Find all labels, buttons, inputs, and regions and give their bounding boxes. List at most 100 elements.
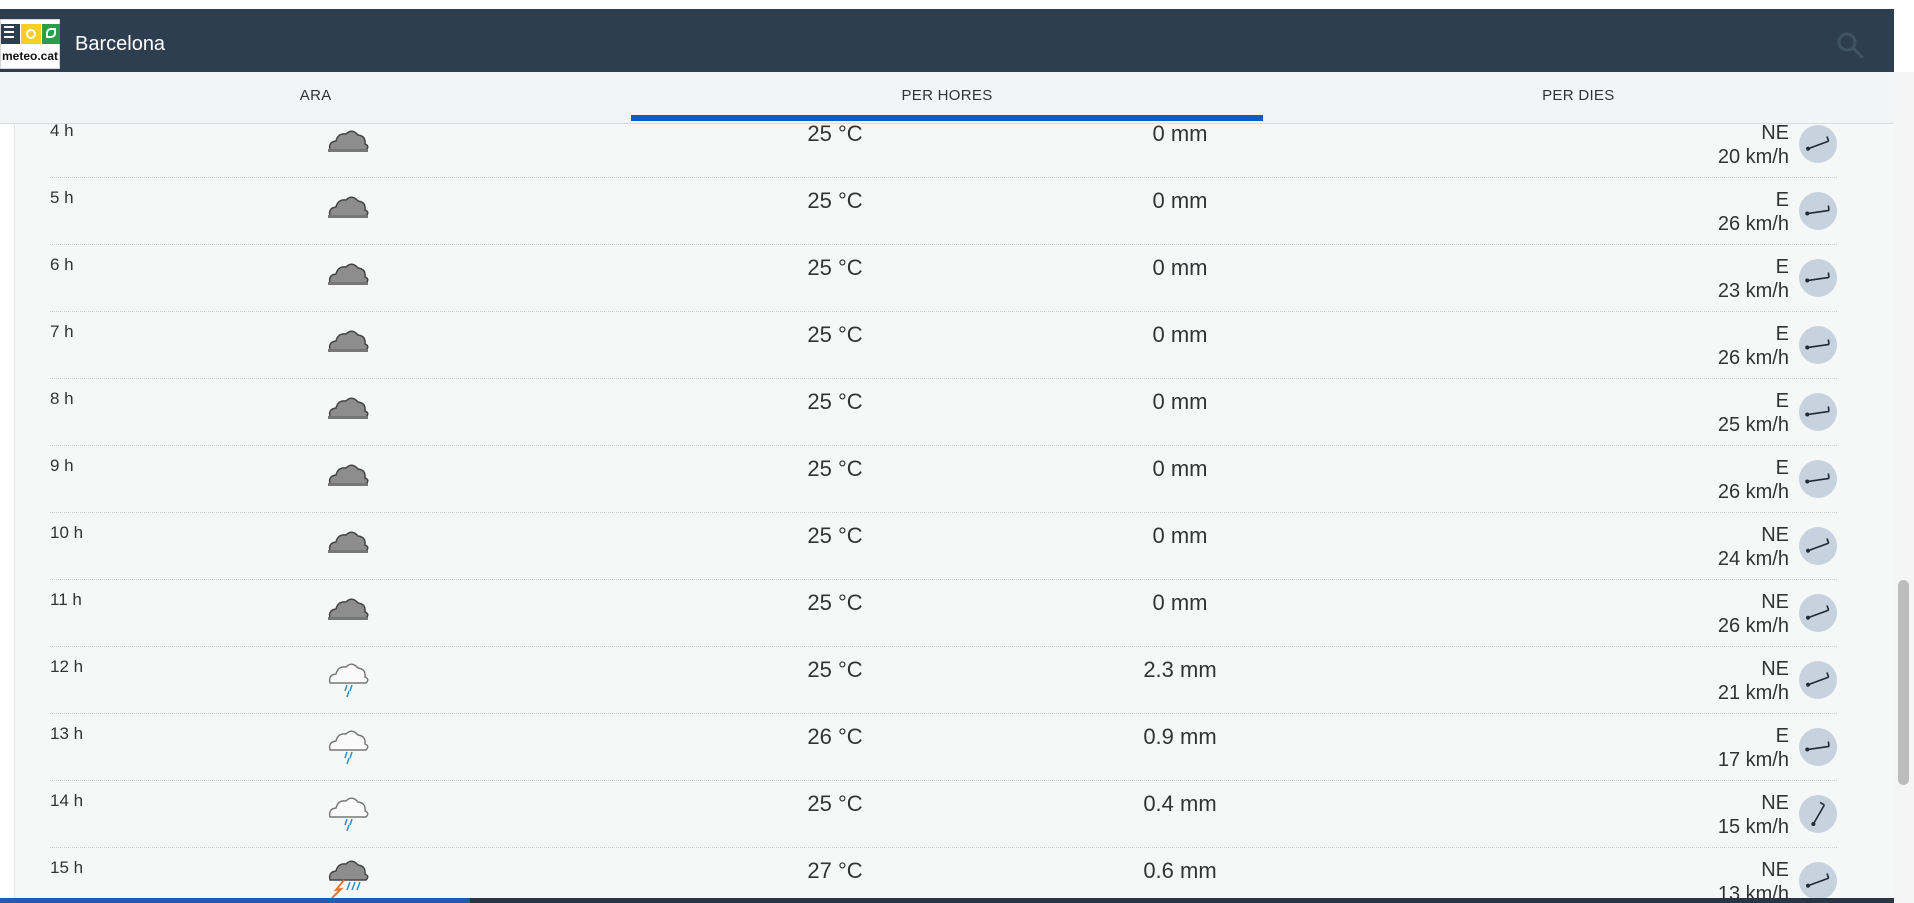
wind-direction: NE bbox=[1761, 859, 1789, 881]
wind-direction: E bbox=[1775, 256, 1789, 278]
precipitation-value: 0 mm bbox=[1152, 456, 1208, 481]
hour-label: 11 h bbox=[50, 590, 82, 609]
page-title: Barcelona bbox=[75, 33, 166, 55]
temperature-value: 27 °C bbox=[807, 858, 863, 883]
sun-logo-icon bbox=[21, 24, 41, 44]
wind-direction: NE bbox=[1761, 524, 1789, 546]
tab-ara[interactable]: ARA bbox=[0, 72, 631, 123]
wind-direction: NE bbox=[1761, 124, 1789, 144]
wind-direction-icon bbox=[1799, 594, 1837, 632]
precipitation-value: 0 mm bbox=[1152, 590, 1208, 615]
hour-label: 13 h bbox=[50, 724, 84, 743]
precipitation-value: 0.9 mm bbox=[1143, 724, 1217, 749]
table-row: 8 h 25 °C 0 mm E 25 km/h bbox=[50, 379, 1837, 446]
temperature-value: 26 °C bbox=[807, 724, 863, 749]
menu-icon[interactable] bbox=[1, 24, 20, 44]
wind-info: E 17 km/h bbox=[1718, 724, 1789, 772]
hour-label: 6 h bbox=[50, 255, 74, 274]
table-row: 12 h 25 °C 2.3 mm NE 21 km/h bbox=[50, 647, 1837, 714]
temperature-value: 25 °C bbox=[807, 389, 863, 414]
tab-per-hores[interactable]: PER HORES bbox=[631, 72, 1263, 123]
cloud-icon bbox=[324, 523, 370, 563]
wind-speed: 23 km/h bbox=[1717, 280, 1789, 302]
wind-speed: 20 km/h bbox=[1717, 146, 1789, 168]
scrollbar[interactable] bbox=[1894, 72, 1914, 903]
temperature-value: 25 °C bbox=[807, 124, 863, 146]
wind-direction: NE bbox=[1761, 792, 1789, 814]
temperature-value: 25 °C bbox=[807, 590, 863, 615]
wind-direction: E bbox=[1775, 457, 1789, 479]
temperature-value: 25 °C bbox=[807, 523, 863, 548]
meteo-logo[interactable]: meteo.cat bbox=[0, 19, 60, 69]
wind-speed: 15 km/h bbox=[1717, 816, 1789, 838]
temperature-value: 25 °C bbox=[807, 791, 863, 816]
wind-info: NE 13 km/h bbox=[1718, 858, 1789, 900]
wind-direction: E bbox=[1775, 323, 1789, 345]
precipitation-value: 0 mm bbox=[1152, 389, 1208, 414]
wind-direction-icon bbox=[1799, 125, 1837, 163]
wind-direction: E bbox=[1775, 725, 1789, 747]
rain-cloud-icon bbox=[324, 791, 370, 832]
wind-speed: 26 km/h bbox=[1717, 347, 1789, 369]
wind-info: E 23 km/h bbox=[1718, 255, 1789, 303]
logo-brand: meteo.cat bbox=[1, 49, 59, 63]
precipitation-value: 0 mm bbox=[1152, 255, 1208, 280]
wind-speed: 24 km/h bbox=[1717, 548, 1789, 570]
wind-info: E 26 km/h bbox=[1718, 322, 1789, 370]
progress-line bbox=[0, 898, 470, 903]
wind-info: E 26 km/h bbox=[1718, 456, 1789, 504]
wind-direction: E bbox=[1775, 390, 1789, 412]
wind-speed: 26 km/h bbox=[1717, 481, 1789, 503]
hour-label: 12 h bbox=[50, 657, 84, 676]
precipitation-value: 0.4 mm bbox=[1143, 791, 1217, 816]
content-left-edge bbox=[0, 124, 15, 900]
search-icon[interactable] bbox=[1836, 31, 1864, 59]
wind-speed: 26 km/h bbox=[1717, 615, 1789, 637]
hour-label: 5 h bbox=[50, 188, 74, 207]
hour-label: 7 h bbox=[50, 322, 74, 341]
table-row: 5 h 25 °C 0 mm E 26 km/h bbox=[50, 178, 1837, 245]
app-header: meteo.cat Barcelona bbox=[0, 9, 1894, 72]
forecast-table: 4 h 25 °C 0 mm NE 20 km/h 5 h 25 °C 0 mm… bbox=[50, 124, 1837, 900]
wind-direction-icon bbox=[1799, 326, 1837, 364]
precipitation-value: 0.6 mm bbox=[1143, 858, 1217, 883]
precipitation-value: 0 mm bbox=[1152, 322, 1208, 347]
wind-direction-icon bbox=[1799, 527, 1837, 565]
table-row: 4 h 25 °C 0 mm NE 20 km/h bbox=[50, 124, 1837, 178]
tab-per-dies[interactable]: PER DIES bbox=[1263, 72, 1894, 123]
hourly-forecast: 4 h 25 °C 0 mm NE 20 km/h 5 h 25 °C 0 mm… bbox=[0, 124, 1894, 900]
leaf-logo-icon bbox=[42, 24, 60, 44]
temperature-value: 25 °C bbox=[807, 255, 863, 280]
wind-direction-icon bbox=[1799, 862, 1837, 900]
wind-speed: 25 km/h bbox=[1717, 414, 1789, 436]
wind-direction-icon bbox=[1799, 795, 1837, 833]
hour-label: 10 h bbox=[50, 523, 84, 542]
hour-label: 9 h bbox=[50, 456, 74, 475]
temperature-value: 25 °C bbox=[807, 657, 863, 682]
table-row: 10 h 25 °C 0 mm NE 24 km/h bbox=[50, 513, 1837, 580]
hour-label: 15 h bbox=[50, 858, 84, 877]
hour-label: 14 h bbox=[50, 791, 84, 810]
table-row: 7 h 25 °C 0 mm E 26 km/h bbox=[50, 312, 1837, 379]
cloud-icon bbox=[324, 322, 370, 362]
precipitation-value: 0 mm bbox=[1152, 124, 1208, 146]
wind-info: NE 21 km/h bbox=[1718, 657, 1789, 705]
rain-cloud-icon bbox=[324, 657, 370, 698]
cloud-icon bbox=[324, 456, 370, 496]
wind-info: E 26 km/h bbox=[1718, 188, 1789, 236]
wind-direction-icon bbox=[1799, 661, 1837, 699]
wind-direction-icon bbox=[1799, 192, 1837, 230]
precipitation-value: 2.3 mm bbox=[1143, 657, 1217, 682]
wind-direction-icon bbox=[1799, 393, 1837, 431]
table-row: 11 h 25 °C 0 mm NE 26 km/h bbox=[50, 580, 1837, 647]
precipitation-value: 0 mm bbox=[1152, 188, 1208, 213]
precipitation-value: 0 mm bbox=[1152, 523, 1208, 548]
cloud-icon bbox=[324, 124, 370, 162]
cloud-icon bbox=[324, 590, 370, 630]
wind-speed: 21 km/h bbox=[1717, 682, 1789, 704]
wind-direction-icon bbox=[1799, 728, 1837, 766]
wind-info: NE 24 km/h bbox=[1718, 523, 1789, 571]
scrollbar-thumb[interactable] bbox=[1898, 580, 1909, 785]
wind-direction: NE bbox=[1761, 591, 1789, 613]
table-row: 13 h 26 °C 0.9 mm E 17 km/h bbox=[50, 714, 1837, 781]
